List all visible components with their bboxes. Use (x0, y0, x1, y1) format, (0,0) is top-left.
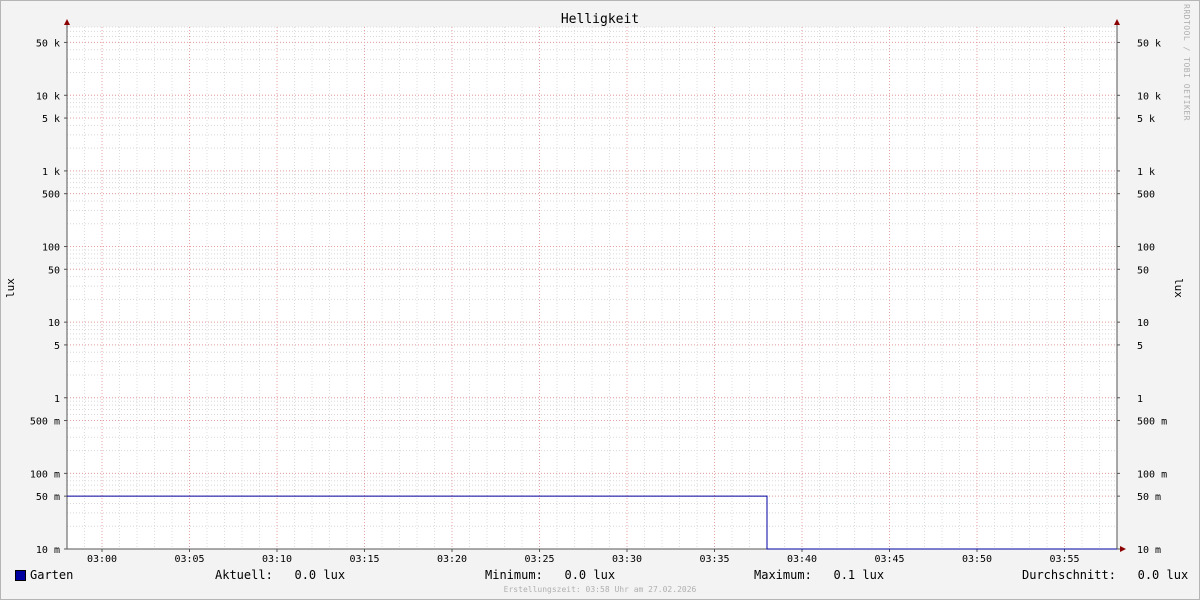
y-tick-label-right: 1 (1137, 394, 1143, 405)
y-tick-label-right: 100 (1137, 243, 1155, 254)
creation-time-footer: Erstellungszeit: 03:58 Uhr am 27.02.2026 (503, 585, 697, 594)
y-tick-label-left: 10 m (36, 545, 60, 556)
y-axis-arrow-right (1114, 19, 1120, 25)
x-tick-label: 03:55 (1049, 554, 1079, 565)
y-tick-label-left: 5 (54, 341, 60, 352)
y-axis-label-right: lux (1172, 278, 1185, 298)
x-tick-label: 03:25 (524, 554, 554, 565)
x-tick-label: 03:20 (437, 554, 467, 565)
y-tick-label-left: 10 k (36, 91, 60, 102)
x-tick-label: 03:35 (699, 554, 729, 565)
y-tick-label-left: 100 m (30, 469, 60, 480)
y-tick-label-right: 100 m (1137, 469, 1167, 480)
y-tick-label-right: 50 m (1137, 492, 1161, 503)
y-tick-label-left: 500 m (30, 417, 60, 428)
y-tick-label-right: 1 k (1137, 167, 1155, 178)
y-tick-label-left: 1 (54, 394, 60, 405)
y-tick-label-left: 50 k (36, 38, 60, 49)
y-tick-label-left: 500 (42, 190, 60, 201)
legend-minimum: Minimum: 0.0 lux (485, 568, 616, 582)
legend-current: Aktuell: 0.0 lux (215, 568, 346, 582)
x-tick-label: 03:50 (962, 554, 992, 565)
y-tick-label-right: 5 k (1137, 114, 1155, 125)
y-tick-label-left: 1 k (42, 167, 60, 178)
y-tick-label-right: 5 (1137, 341, 1143, 352)
legend-swatch-garten (15, 570, 26, 581)
y-axis-label-left: lux (4, 278, 17, 298)
legend-series-name: Garten (30, 568, 74, 582)
x-tick-label: 03:30 (612, 554, 642, 565)
x-tick-label: 03:45 (874, 554, 904, 565)
legend-maximum: Maximum: 0.1 lux (754, 568, 885, 582)
y-tick-label-left: 50 m (36, 492, 60, 503)
x-axis-arrow (1120, 546, 1126, 552)
legend-average: Durchschnitt: 0.0 lux (1022, 568, 1189, 582)
y-axis-arrow-left (64, 19, 70, 25)
y-tick-label-right: 10 k (1137, 91, 1161, 102)
y-tick-label-left: 50 (48, 265, 60, 276)
y-tick-label-left: 5 k (42, 114, 60, 125)
y-tick-label-right: 50 (1137, 265, 1149, 276)
rrdtool-watermark: RRDTOOL / TOBI OETIKER (1182, 4, 1191, 121)
x-tick-label: 03:15 (349, 554, 379, 565)
y-tick-label-left: 10 (48, 318, 60, 329)
y-tick-label-right: 500 m (1137, 417, 1167, 428)
chart-title: Helligkeit (561, 12, 639, 27)
y-tick-label-left: 100 (42, 243, 60, 254)
x-tick-label: 03:05 (174, 554, 204, 565)
y-tick-label-right: 10 m (1137, 545, 1161, 556)
y-tick-label-right: 500 (1137, 190, 1155, 201)
x-tick-label: 03:00 (87, 554, 117, 565)
brightness-chart: Helligkeit lux lux 50 k 10 k 5 k 1 k 500 100 5… (4, 12, 1185, 565)
y-tick-label-right: 10 (1137, 318, 1149, 329)
x-tick-label: 03:10 (262, 554, 292, 565)
x-tick-label: 03:40 (787, 554, 817, 565)
y-tick-label-right: 50 k (1137, 38, 1161, 49)
